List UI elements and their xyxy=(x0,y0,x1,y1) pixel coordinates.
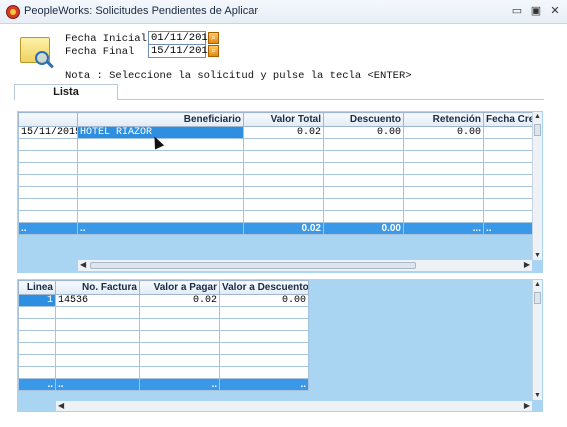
column-header[interactable] xyxy=(18,112,78,127)
footer-descuento: 0.00 xyxy=(323,222,404,235)
table-header-row: Beneficiario Valor Total Descuento Reten… xyxy=(18,112,534,127)
footer-cell: .. xyxy=(18,222,78,235)
scroll-up-arrow-icon[interactable]: ▲ xyxy=(533,281,542,288)
column-header-retencion[interactable]: Retención xyxy=(403,112,484,127)
solicitudes-table: Beneficiario Valor Total Descuento Reten… xyxy=(18,112,534,235)
cell-retencion[interactable]: 0.00 xyxy=(403,126,484,139)
column-header-no-factura[interactable]: No. Factura xyxy=(55,280,140,295)
minimize-button[interactable]: ▭ xyxy=(509,3,525,19)
cell-no-factura[interactable]: 14536 xyxy=(55,294,140,307)
fecha-final-input[interactable]: 15/11/2015 xyxy=(148,44,214,58)
footer-cell: .. xyxy=(139,378,220,391)
table-row[interactable] xyxy=(18,354,309,367)
scroll-down-arrow-icon[interactable]: ▼ xyxy=(533,392,542,399)
solicitudes-vertical-scrollbar[interactable]: ▲ ▼ xyxy=(532,112,542,260)
table-header-row: Linea No. Factura Valor a Pagar Valor a … xyxy=(18,280,309,295)
tab-strip: Lista xyxy=(14,84,544,100)
table-row[interactable] xyxy=(18,342,309,355)
scroll-thumb[interactable] xyxy=(534,124,541,136)
column-header-valor-pagar[interactable]: Valor a Pagar xyxy=(139,280,220,295)
scroll-left-arrow-icon[interactable]: ◀ xyxy=(80,260,86,270)
column-header-fecha[interactable]: Fecha Crec xyxy=(483,112,534,127)
scroll-down-arrow-icon[interactable]: ▼ xyxy=(533,252,542,259)
close-button[interactable]: ✕ xyxy=(547,3,563,19)
nota-text: Nota : Seleccione la solicitud y pulse l… xyxy=(65,70,412,82)
table-row[interactable] xyxy=(18,174,534,187)
table-row[interactable] xyxy=(18,318,309,331)
cell-linea[interactable]: 1 xyxy=(18,294,56,307)
table-row[interactable] xyxy=(18,150,534,163)
table-row[interactable] xyxy=(18,210,534,223)
scroll-right-arrow-icon[interactable]: ▶ xyxy=(524,401,530,411)
solicitudes-horizontal-scrollbar[interactable]: ◀ ▶ xyxy=(78,260,532,271)
table-row[interactable] xyxy=(18,138,534,151)
table-row[interactable] xyxy=(18,366,309,379)
table-footer-row: .. .. .. .. xyxy=(18,378,309,391)
app-logo-icon xyxy=(6,5,20,19)
table-row[interactable] xyxy=(18,306,309,319)
cell-fecha[interactable]: 15/11/2015 xyxy=(18,126,78,139)
column-header-valor-descuento[interactable]: Valor a Descuento xyxy=(219,280,309,295)
fecha-inicial-search-icon[interactable]: ⌕ xyxy=(208,32,219,44)
table-row[interactable] xyxy=(18,186,534,199)
facturas-vertical-scrollbar[interactable]: ▲ ▼ xyxy=(532,280,542,400)
footer-cell: .. xyxy=(55,378,140,391)
footer-cell: .. xyxy=(219,378,309,391)
footer-cell: .. xyxy=(77,222,244,235)
scroll-up-arrow-icon[interactable]: ▲ xyxy=(533,113,542,120)
cell-valor-pagar[interactable]: 0.02 xyxy=(139,294,220,307)
table-row[interactable]: 1 14536 0.02 0.00 xyxy=(18,294,309,307)
scroll-left-arrow-icon[interactable]: ◀ xyxy=(58,401,64,411)
facturas-horizontal-scrollbar[interactable]: ◀ ▶ xyxy=(56,401,532,411)
cell-valor-total[interactable]: 0.02 xyxy=(243,126,324,139)
table-row[interactable] xyxy=(18,162,534,175)
fecha-inicial-input[interactable]: 01/11/2015 xyxy=(148,31,214,45)
cell-fecha-crec[interactable] xyxy=(483,126,534,139)
cell-descuento[interactable]: 0.00 xyxy=(323,126,404,139)
table-row[interactable] xyxy=(18,198,534,211)
footer-cell: .. xyxy=(483,222,534,235)
scroll-right-arrow-icon[interactable]: ▶ xyxy=(524,260,530,270)
footer-cell: .. xyxy=(18,378,56,391)
search-document-icon xyxy=(20,37,54,69)
scroll-thumb[interactable] xyxy=(90,262,416,269)
table-row[interactable]: 15/11/2015 HOTEL RIAZOR 0.02 0.00 0.00 xyxy=(18,126,534,139)
footer-retencion: ... xyxy=(403,222,484,235)
scroll-thumb[interactable] xyxy=(534,292,541,304)
cell-valor-descuento[interactable]: 0.00 xyxy=(219,294,309,307)
column-header-beneficiario[interactable]: Beneficiario xyxy=(77,112,244,127)
column-header-linea[interactable]: Linea xyxy=(18,280,56,295)
fecha-final-search-icon[interactable]: ⌕ xyxy=(208,45,219,57)
window-title: PeopleWorks: Solicitudes Pendientes de A… xyxy=(24,5,258,17)
column-header-valor-total[interactable]: Valor Total xyxy=(243,112,324,127)
footer-valor-total: 0.02 xyxy=(243,222,324,235)
column-header-descuento[interactable]: Descuento xyxy=(323,112,404,127)
restore-button[interactable]: ▣ xyxy=(528,3,544,19)
table-row[interactable] xyxy=(18,330,309,343)
table-footer-row: .. .. 0.02 0.00 ... .. xyxy=(18,222,534,235)
facturas-table: Linea No. Factura Valor a Pagar Valor a … xyxy=(18,280,309,391)
title-bar: PeopleWorks: Solicitudes Pendientes de A… xyxy=(0,0,567,24)
tab-lista[interactable]: Lista xyxy=(14,84,118,100)
